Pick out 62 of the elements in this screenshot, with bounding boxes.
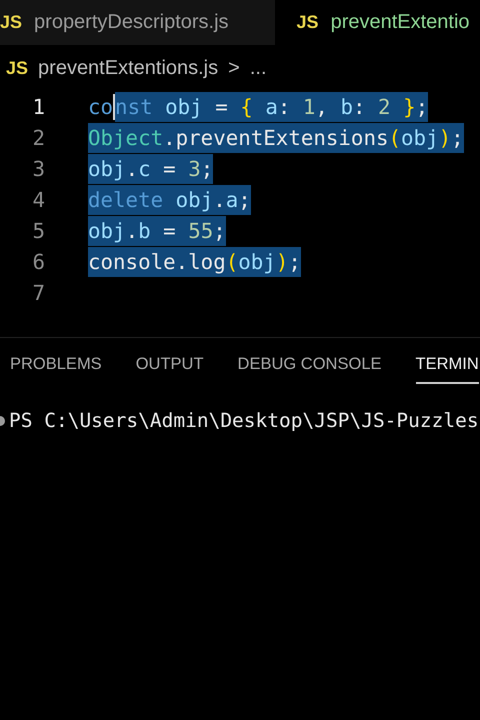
code-token: 3 xyxy=(188,154,201,184)
code-token: 1 xyxy=(302,92,316,122)
code-token: ) xyxy=(438,122,452,152)
code-token: co xyxy=(88,94,114,120)
editor-tab[interactable]: JS propertyDescriptors.js xyxy=(0,0,275,45)
code-token: { xyxy=(240,92,253,122)
line-number: 4 xyxy=(31,188,45,212)
code-token: Object xyxy=(88,122,164,152)
code-token: = xyxy=(150,154,188,184)
code-token: 2 xyxy=(378,92,404,122)
code-token: , xyxy=(315,92,340,122)
code-token: : xyxy=(353,92,378,122)
code-token: ; xyxy=(238,184,251,214)
code-token: console.log xyxy=(88,246,226,276)
code-token: b xyxy=(138,216,151,246)
breadcrumb-separator: > xyxy=(228,56,240,80)
line-number: 7 xyxy=(31,280,45,304)
code-token: delete xyxy=(88,184,176,214)
code-token: ( xyxy=(226,246,238,276)
panel-tab[interactable]: PROBLEMS xyxy=(10,355,102,384)
code-token: .preventExtensions xyxy=(163,122,388,152)
code-token: ) xyxy=(276,246,288,276)
breadcrumb-item[interactable]: preventExtentions.js xyxy=(38,56,218,80)
code-token: a xyxy=(252,92,278,122)
code-token: } xyxy=(403,92,416,122)
code-token: c xyxy=(138,154,151,184)
line-number: 1 xyxy=(31,94,45,118)
code-token: ; xyxy=(288,246,301,276)
javascript-file-icon: JS xyxy=(0,12,22,33)
code-token: : xyxy=(278,92,303,122)
terminal-prompt: PS C:\Users\Admin\Desktop\JSP\JS-Puzzles xyxy=(9,409,479,432)
line-number: 5 xyxy=(31,218,45,242)
code-token: nst xyxy=(115,92,166,122)
line-number: 3 xyxy=(31,156,45,180)
code-token: obj xyxy=(165,92,203,122)
code-token: obj xyxy=(401,122,439,152)
code-token: . xyxy=(213,184,226,214)
panel-tab[interactable]: TERMIN xyxy=(416,355,479,384)
code-token: ( xyxy=(388,122,402,152)
panel-tab[interactable]: DEBUG CONSOLE xyxy=(238,355,382,384)
code-token: ; xyxy=(451,122,464,152)
code-token: a xyxy=(226,184,238,214)
code-token: 55 xyxy=(188,216,214,246)
code-token: ; xyxy=(213,216,226,246)
panel-tab[interactable]: OUTPUT xyxy=(136,355,204,384)
javascript-file-icon: JS xyxy=(296,12,319,33)
code-token: ; xyxy=(200,154,214,184)
breadcrumb-item[interactable]: ... xyxy=(250,56,266,80)
line-number: 6 xyxy=(31,250,45,274)
code-token: obj xyxy=(238,246,276,276)
line-number: 2 xyxy=(31,126,45,150)
code-token: obj xyxy=(88,216,126,246)
code-token: b xyxy=(340,92,353,122)
code-token: obj xyxy=(88,154,126,184)
code-token: . xyxy=(126,216,138,246)
code-token: = xyxy=(150,216,188,246)
code-token: ; xyxy=(416,92,428,122)
javascript-file-icon: JS xyxy=(6,58,28,78)
code-token: = xyxy=(202,92,240,122)
code-token: obj xyxy=(176,184,214,214)
code-token: . xyxy=(126,154,138,184)
editor-tab[interactable]: JS preventExtentio xyxy=(274,0,470,45)
